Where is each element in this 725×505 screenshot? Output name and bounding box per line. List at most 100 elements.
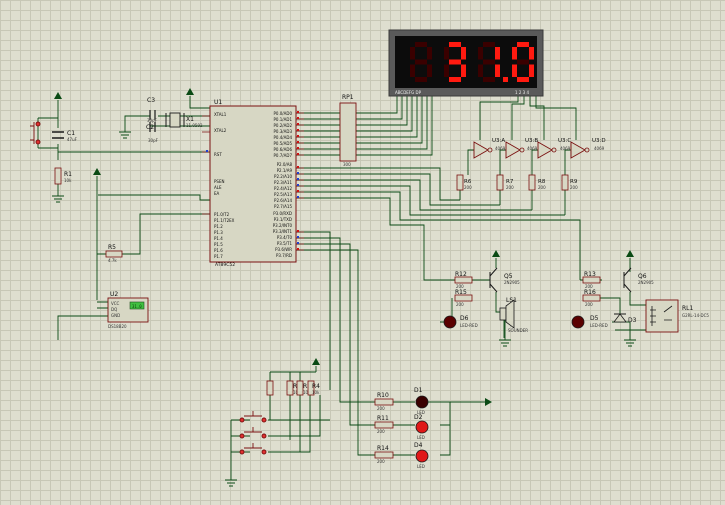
inverter-u3d[interactable]: U3:D 4069 <box>570 138 606 159</box>
inverter-u3a[interactable]: U3:A 4069 <box>473 138 506 159</box>
segment-g <box>415 59 427 65</box>
mcu-u1[interactable]: U1 AT89C52 XTAL1 XTAL2 RST PSEN ALE EA P… <box>202 99 304 268</box>
schematic-canvas[interactable]: U1 AT89C52 XTAL1 XTAL2 RST PSEN ALE EA P… <box>0 0 725 505</box>
mcu-pin: P1.7 <box>214 254 223 259</box>
segment-e <box>478 64 483 77</box>
mcu-ref: U1 <box>214 99 222 106</box>
c1-value: 47uF <box>67 137 78 142</box>
transistor-q6[interactable]: Q6 2N2905 <box>623 267 654 293</box>
mcu-pin: P3.2/INT0 <box>273 223 293 228</box>
r6-value: 200 <box>464 185 472 190</box>
diode-d3[interactable]: D3 <box>613 313 637 324</box>
mcu-pin: P0.3/AD3 <box>274 129 293 134</box>
crystal-x1[interactable]: X1 11.0592 <box>165 112 203 128</box>
r10-value: 200 <box>377 406 385 411</box>
mcu-pin: P3.0/RXD <box>273 211 292 216</box>
led-d4[interactable]: D4 LED <box>414 442 429 469</box>
mcu-pin: P1.6 <box>214 248 223 253</box>
u3a-ref: U3:A <box>492 138 505 144</box>
segment-b <box>427 47 432 60</box>
segment-d <box>449 77 461 82</box>
inverter-u3b[interactable]: U3:B 4069 <box>505 138 538 159</box>
led-d1[interactable]: D1 LED <box>414 387 429 415</box>
rp1-ref: RP1 <box>342 94 354 101</box>
resistor-r9[interactable]: R9 200 <box>561 174 578 191</box>
u2-pin: GND <box>111 313 120 318</box>
led-d2[interactable]: D2 LED <box>414 414 429 440</box>
led-d5[interactable]: D5 LED-RED <box>571 315 608 329</box>
u2-part: DS18B20 <box>108 324 127 329</box>
r11-ref: R11 <box>377 415 389 422</box>
inverter-u3c[interactable]: U3:C 4069 <box>537 138 571 159</box>
resistor-r4[interactable]: R4 10k <box>307 380 320 396</box>
ls1-ref: LS1 <box>506 297 517 304</box>
u3b-ref: U3:B <box>525 138 538 144</box>
c3-value: 30pF <box>147 118 158 123</box>
rl1-ref: RL1 <box>682 305 694 312</box>
mcu-pin: P0.7/AD7 <box>274 153 293 158</box>
segment-e <box>410 64 415 77</box>
key-switch-3[interactable] <box>239 443 267 455</box>
resistor-pack-rp1[interactable]: RP1 300 <box>339 94 357 167</box>
mcu-pin: P2.7/A15 <box>274 204 292 209</box>
segment-g <box>449 59 461 65</box>
mcu-pin: P1.1/T2EX <box>214 218 235 223</box>
resistor-r14[interactable]: R14 200 <box>374 445 394 464</box>
ground-symbol <box>225 479 237 487</box>
mcu-pin: P2.5/A13 <box>274 192 292 197</box>
d2-ref: D2 <box>414 414 423 421</box>
mcu-pin: P3.1/TXD <box>274 217 292 222</box>
mcu-pin: XTAL2 <box>214 128 227 133</box>
led-d6[interactable]: D6 LED-RED <box>443 315 478 329</box>
transistor-q5[interactable]: Q5 2N2905 <box>489 267 520 293</box>
mcu-pin: P0.0/AD0 <box>274 111 293 116</box>
resistor-r1[interactable]: R1 10k <box>54 167 72 185</box>
resistor-r7[interactable]: R7 200 <box>496 174 514 191</box>
r9-value: 200 <box>570 185 578 190</box>
c1-ref: C1 <box>67 130 75 137</box>
key-switch-2[interactable] <box>239 427 267 439</box>
segment-f <box>410 47 415 60</box>
r4-value: 10k <box>312 390 320 395</box>
segment-b <box>529 47 534 60</box>
segment-f <box>478 47 483 60</box>
capacitor-c2[interactable]: C2 30pF <box>146 122 159 143</box>
mcu-pin: P0.4/AD4 <box>274 135 293 140</box>
ground-symbol <box>624 339 636 347</box>
capacitor-c1[interactable]: C1 47uF <box>52 130 78 142</box>
c2-value: 30pF <box>148 138 159 143</box>
resistor-r15[interactable]: R15 200 <box>454 289 473 307</box>
resistor-r11[interactable]: R11 200 <box>374 415 394 434</box>
mcu-pin: P2.3/A11 <box>274 180 292 185</box>
relay-rl1[interactable]: RL1 G2RL-14-DC5 <box>645 299 709 333</box>
resistor-r5[interactable]: R5 4.7k <box>105 244 123 263</box>
capacitor-c3[interactable]: C3 30pF <box>147 97 158 123</box>
seven-segment-display[interactable]: ABCDEFG DP 1 2 3 4 <box>388 29 544 97</box>
key-switch-1[interactable] <box>239 411 267 423</box>
resistor-r6[interactable]: R6 200 <box>456 174 472 191</box>
mcu-pin: P2.1/A9 <box>277 168 293 173</box>
temperature-sensor-u2[interactable]: 31.0 U2 VCC DQ GND DS18B20 <box>107 291 149 329</box>
r16-value: 200 <box>585 302 593 307</box>
resistor-r10[interactable]: R10 200 <box>374 392 394 411</box>
x1-ref: X1 <box>186 116 194 123</box>
mcu-pin: P1.2 <box>214 224 223 229</box>
segment-c <box>495 64 500 77</box>
resistor-r12[interactable]: R12 200 <box>454 271 473 289</box>
mcu-pin: P3.7/RD <box>276 253 292 258</box>
reset-button[interactable] <box>30 121 41 145</box>
u2-pin: VCC <box>111 301 120 306</box>
r7-value: 200 <box>506 185 514 190</box>
mcu-pin: P3.5/T1 <box>277 241 293 246</box>
resistor-r13[interactable]: R13 200 <box>582 271 601 289</box>
output-arrow <box>485 398 492 406</box>
mcu-pin: P0.2/AD2 <box>274 123 293 128</box>
r15-ref: R15 <box>455 289 467 296</box>
r12-ref: R12 <box>455 271 467 278</box>
d5-ref: D5 <box>590 315 599 322</box>
resistor-r8[interactable]: R8 200 <box>528 174 546 191</box>
segment-g <box>517 59 529 65</box>
mcu-pin: P1.5 <box>214 242 223 247</box>
resistor-r-extra <box>266 380 274 396</box>
resistor-r16[interactable]: R16 200 <box>582 289 601 307</box>
